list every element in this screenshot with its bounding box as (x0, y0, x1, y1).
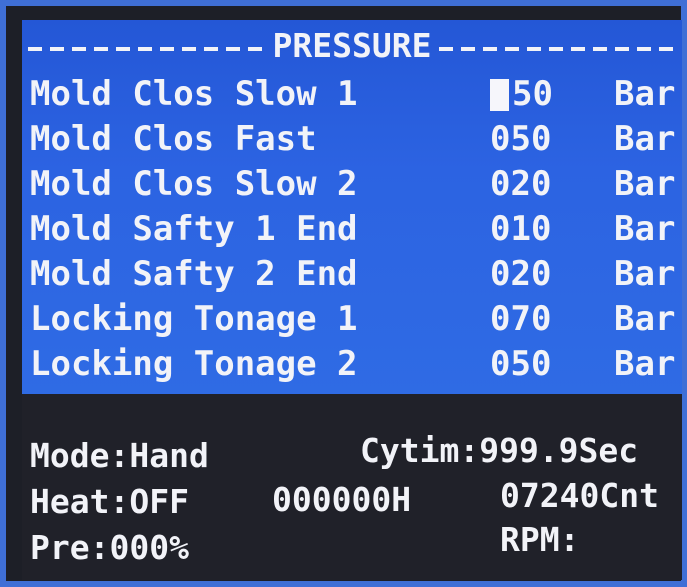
setting-label: Mold Safty 1 End (30, 209, 358, 249)
setting-label: Mold Safty 2 End (30, 254, 358, 294)
title-dashes-left (28, 47, 265, 51)
pressure-panel: PRESSURE Mold Clos Slow 1 50 Bar Mold Cl… (22, 20, 682, 394)
setting-row-mold-safty-1-end[interactable]: Mold Safty 1 End 010 Bar (30, 207, 680, 251)
setting-unit: Bar (614, 209, 676, 249)
setting-unit: Bar (614, 119, 676, 159)
pressure-percent-status: Pre:000% (30, 528, 189, 567)
setting-unit: Bar (614, 254, 676, 294)
setting-value-field[interactable]: 010 (490, 207, 551, 251)
setting-label: Mold Clos Slow 2 (30, 164, 358, 204)
setting-row-mold-clos-fast[interactable]: Mold Clos Fast 050 Bar (30, 117, 680, 161)
cycle-time-status: Cytim:999.9Sec (360, 431, 639, 470)
display-frame: PRESSURE Mold Clos Slow 1 50 Bar Mold Cl… (0, 0, 687, 587)
setting-label: Locking Tonage 1 (30, 299, 358, 339)
setting-unit: Bar (614, 299, 676, 339)
setting-value-field[interactable]: 020 (490, 162, 551, 206)
setting-label: Mold Clos Fast (30, 119, 317, 159)
cycle-counter: 07240Cnt (500, 476, 659, 515)
setting-unit: Bar (614, 74, 676, 114)
setting-unit: Bar (614, 344, 676, 384)
page-title: PRESSURE (272, 26, 432, 65)
rpm-status: RPM: (500, 520, 580, 559)
mode-status: Mode:Hand (30, 436, 209, 475)
controller-screen: PRESSURE Mold Clos Slow 1 50 Bar Mold Cl… (22, 20, 682, 580)
pressure-title-bar: PRESSURE (28, 26, 677, 66)
setting-row-mold-safty-2-end[interactable]: Mold Safty 2 End 020 Bar (30, 252, 680, 296)
setting-row-locking-tonage-1[interactable]: Locking Tonage 1 070 Bar (30, 297, 680, 341)
setting-value-field[interactable]: 050 (490, 342, 551, 386)
setting-value-field[interactable]: 070 (490, 297, 551, 341)
setting-label: Locking Tonage 2 (30, 344, 358, 384)
setting-value-field[interactable]: 50 (512, 72, 553, 116)
setting-value-field[interactable]: 020 (490, 252, 551, 296)
setting-label: Mold Clos Slow 1 (30, 74, 358, 114)
setting-unit: Bar (614, 164, 676, 204)
setting-value-field[interactable]: 050 (490, 117, 551, 161)
heat-status: Heat:OFF (30, 482, 189, 521)
hour-counter: 000000H (272, 480, 412, 519)
title-dashes-right (439, 47, 677, 51)
setting-row-mold-clos-slow-2[interactable]: Mold Clos Slow 2 020 Bar (30, 162, 680, 206)
edit-cursor[interactable] (490, 79, 509, 111)
setting-row-mold-clos-slow-1[interactable]: Mold Clos Slow 1 50 Bar (30, 72, 680, 116)
setting-row-locking-tonage-2[interactable]: Locking Tonage 2 050 Bar (30, 342, 680, 386)
